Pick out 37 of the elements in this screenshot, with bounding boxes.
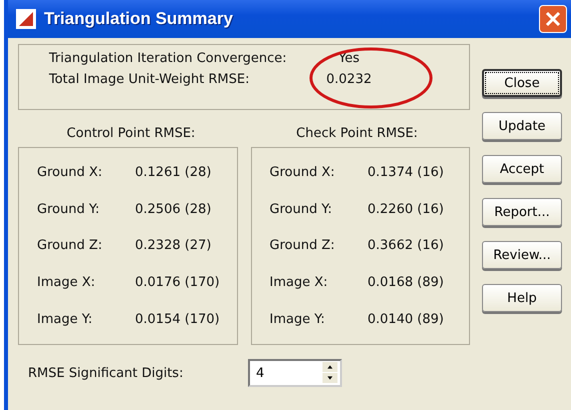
- dialog-button[interactable]: Help: [482, 284, 562, 312]
- panel-heading: Control Point RMSE:: [66, 126, 196, 141]
- row-label: Image X:: [270, 275, 329, 290]
- dialog-button[interactable]: Report...: [482, 198, 562, 226]
- row-label: Ground Y:: [270, 202, 334, 217]
- row-value: 0.3662 (16): [368, 238, 444, 254]
- dialog-button[interactable]: Accept: [482, 155, 562, 183]
- summary-label: Total Image Unit-Weight RMSE:: [49, 72, 250, 87]
- row-label: Ground Z:: [37, 238, 104, 254]
- row-label: Image X:: [37, 275, 96, 290]
- row-value: 0.0176 (170): [135, 275, 220, 290]
- spin-up-icon[interactable]: [321, 362, 339, 372]
- row-label: Ground Y:: [37, 202, 101, 217]
- row-value: 0.0154 (170): [135, 312, 220, 328]
- summary-label: Triangulation Iteration Convergence:: [49, 51, 288, 66]
- row-label: Image Y:: [270, 312, 326, 328]
- panel-heading: Check Point RMSE:: [295, 126, 419, 141]
- close-icon[interactable]: [539, 5, 567, 33]
- app-icon: [16, 9, 36, 29]
- digits-label: RMSE Significant Digits:: [28, 366, 184, 380]
- dialog-button[interactable]: Update: [482, 112, 562, 140]
- summary-value: 0.0232: [325, 72, 373, 87]
- row-value: 0.0168 (89): [368, 275, 444, 290]
- row-label: Ground X:: [270, 164, 336, 180]
- row-value: 0.0140 (89): [368, 312, 444, 328]
- row-label: Image Y:: [37, 312, 94, 328]
- row-value: 0.1261 (28): [135, 164, 212, 180]
- dialog-button[interactable]: Review...: [482, 241, 562, 269]
- row-value: 0.2260 (16): [368, 202, 444, 217]
- row-label: Ground X:: [37, 164, 104, 180]
- row-value: 0.1374 (16): [368, 164, 444, 180]
- row-value: 0.2506 (28): [135, 202, 212, 217]
- row-value: 0.2328 (27): [135, 238, 212, 254]
- spin-down-icon[interactable]: [321, 373, 339, 383]
- dialog-button[interactable]: Close: [482, 69, 562, 97]
- row-label: Ground Z:: [270, 238, 336, 254]
- window-title: Triangulation Summary: [44, 9, 234, 29]
